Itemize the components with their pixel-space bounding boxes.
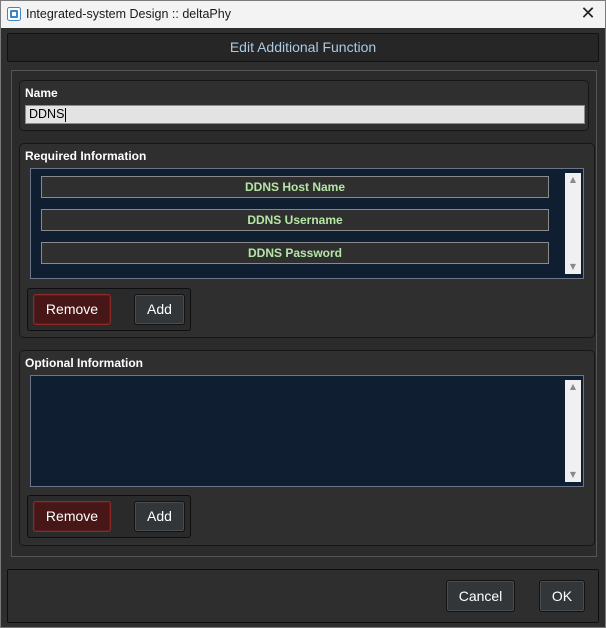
- required-button-group: Remove Add: [27, 288, 191, 331]
- optional-add-button[interactable]: Add: [134, 501, 185, 532]
- close-icon[interactable]: ✕: [577, 3, 599, 25]
- scroll-down-icon[interactable]: ▼: [565, 260, 581, 274]
- optional-info-list[interactable]: ▲ ▼: [30, 375, 584, 487]
- scroll-down-icon[interactable]: ▼: [565, 468, 581, 482]
- optional-info-group: Optional Information ▲ ▼ Remove Add: [19, 350, 595, 546]
- optional-remove-button[interactable]: Remove: [33, 501, 111, 532]
- required-info-group: Required Information DDNS Host Name DDNS…: [19, 143, 595, 338]
- window-title: Integrated-system Design :: deltaPhy: [26, 7, 231, 21]
- name-label: Name: [25, 86, 58, 100]
- list-item[interactable]: DDNS Host Name: [41, 176, 549, 198]
- optional-button-group: Remove Add: [27, 495, 191, 538]
- optional-info-label: Optional Information: [25, 356, 143, 370]
- required-info-list[interactable]: DDNS Host Name DDNS Username DDNS Passwo…: [30, 168, 584, 279]
- list-item[interactable]: DDNS Password: [41, 242, 549, 264]
- scroll-up-icon[interactable]: ▲: [565, 173, 581, 187]
- dialog-title: Edit Additional Function: [229, 39, 377, 55]
- list-item[interactable]: DDNS Username: [41, 209, 549, 231]
- name-group: Name DDNS: [19, 80, 589, 131]
- name-field-value: DDNS: [29, 107, 65, 121]
- title-bar[interactable]: Integrated-system Design :: deltaPhy ✕: [1, 1, 605, 28]
- required-add-button[interactable]: Add: [134, 294, 185, 325]
- scroll-up-icon[interactable]: ▲: [565, 380, 581, 394]
- optional-list-scrollbar[interactable]: ▲ ▼: [565, 380, 581, 482]
- required-remove-button[interactable]: Remove: [33, 294, 111, 325]
- dialog-header: Edit Additional Function: [7, 33, 599, 62]
- text-caret: [65, 107, 67, 122]
- app-icon: [7, 7, 21, 21]
- name-field[interactable]: DDNS: [25, 105, 585, 124]
- dialog-footer: Cancel OK: [7, 569, 599, 623]
- required-list-scrollbar[interactable]: ▲ ▼: [565, 173, 581, 274]
- ok-button[interactable]: OK: [539, 580, 585, 612]
- required-info-label: Required Information: [25, 149, 147, 163]
- main-panel: Name DDNS Required Information DDNS Host…: [11, 70, 597, 557]
- cancel-button[interactable]: Cancel: [446, 580, 515, 612]
- dialog-window: Integrated-system Design :: deltaPhy ✕ E…: [0, 0, 606, 628]
